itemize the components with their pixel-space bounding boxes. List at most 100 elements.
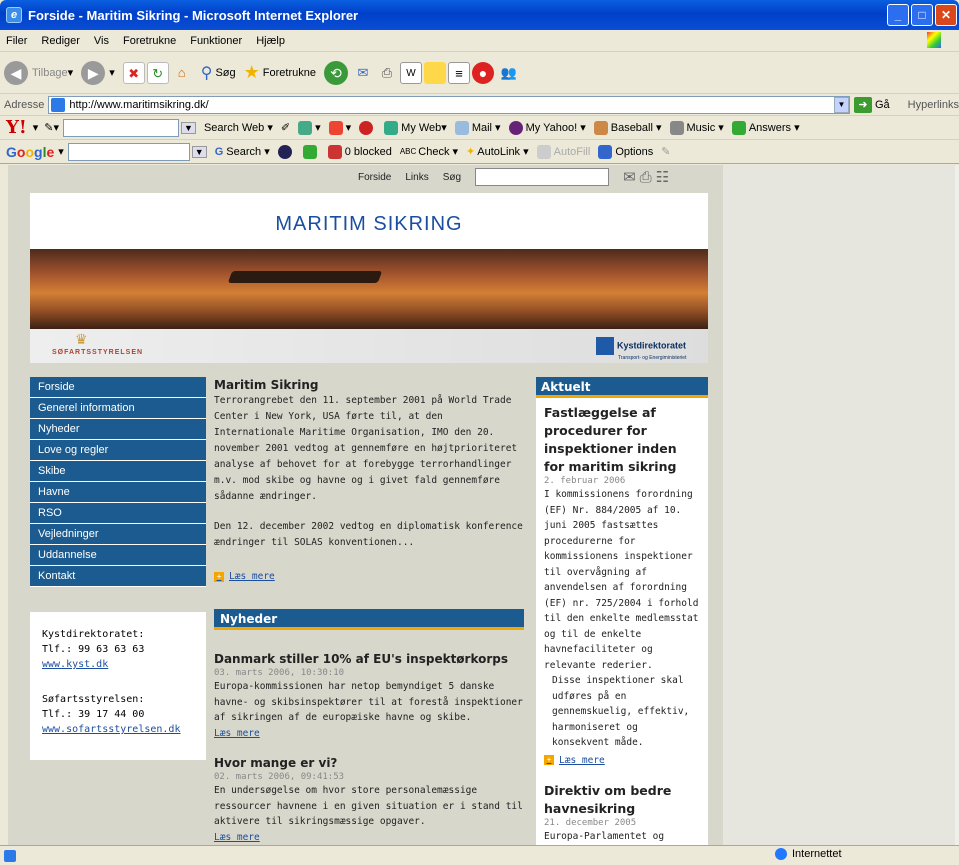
baseball-button[interactable]: Baseball ▾ bbox=[593, 120, 662, 135]
anti-spy-icon[interactable]: ▾ bbox=[328, 120, 351, 135]
menu-foretrukne[interactable]: Foretrukne bbox=[123, 35, 176, 47]
google-toolbar: Google ▾ ▼ G Search ▾ 0 blocked ABC Check ▾… bbox=[0, 140, 959, 164]
close-button[interactable]: ✕ bbox=[935, 4, 957, 26]
yahoo-logo[interactable]: Y! bbox=[6, 117, 27, 138]
news-item: Hvor mange er vi? 02. marts 2006, 09:41:… bbox=[214, 755, 524, 845]
google-news-icon[interactable] bbox=[277, 144, 295, 159]
go-button[interactable]: ➜ Gå bbox=[853, 96, 890, 113]
back-arrow-icon: ◀ bbox=[4, 60, 28, 85]
research-icon[interactable]: ≡ bbox=[447, 61, 470, 84]
back-button[interactable]: ◀ Tilbage ▾ bbox=[4, 60, 73, 85]
menu-funktioner[interactable]: Funktioner bbox=[190, 35, 242, 47]
nav-havne[interactable]: Havne bbox=[30, 482, 206, 503]
answers-button[interactable]: Answers ▾ bbox=[731, 120, 800, 135]
address-input[interactable]: http://www.maritimsikring.dk/ ▼ bbox=[48, 95, 850, 114]
nav-forside[interactable]: Forside bbox=[30, 377, 206, 398]
my-web-button[interactable]: My Web ▾ bbox=[384, 120, 447, 135]
edit-icon[interactable]: W bbox=[399, 61, 422, 84]
title-bar: e Forside - Maritim Sikring - Microsoft … bbox=[0, 0, 959, 30]
home-icon[interactable]: ⌂ bbox=[171, 62, 193, 84]
go-arrow-icon: ➜ bbox=[853, 96, 872, 113]
mail-button[interactable]: Mail ▾ bbox=[454, 120, 501, 135]
nav-kontakt[interactable]: Kontakt bbox=[30, 566, 206, 587]
google-search-input[interactable] bbox=[67, 142, 190, 161]
search-web-button[interactable]: Search Web ▾ bbox=[204, 121, 273, 135]
note-icon[interactable] bbox=[423, 61, 446, 84]
nav-generel-information[interactable]: Generel information bbox=[30, 398, 206, 419]
stop-icon[interactable]: ✖ bbox=[122, 61, 145, 84]
sofart-link[interactable]: www.sofartsstyrelsen.dk bbox=[42, 724, 180, 735]
links-label[interactable]: Hyperlinks bbox=[908, 99, 959, 111]
refresh-icon[interactable]: ↻ bbox=[146, 61, 169, 84]
window-title: Forside - Maritim Sikring - Microsoft In… bbox=[28, 7, 359, 23]
pencil-icon[interactable]: ✎ bbox=[661, 145, 670, 158]
maximize-button[interactable]: □ bbox=[911, 4, 933, 26]
sitemap-icon[interactable]: ☷ bbox=[656, 168, 669, 186]
ie-icon: e bbox=[6, 7, 22, 23]
options-button[interactable]: Options bbox=[598, 144, 653, 159]
news-title[interactable]: Hvor mange er vi? bbox=[214, 755, 524, 772]
my-yahoo-button[interactable]: My Yahoo! ▾ bbox=[508, 120, 586, 135]
favorites-button[interactable]: ★ Foretrukne bbox=[244, 62, 316, 83]
kyst-logo: Kystdirektoratet Transport- og Energimini… bbox=[596, 337, 686, 361]
popup-blocker-button[interactable]: 0 blocked bbox=[327, 144, 392, 159]
yahoo-dropdown[interactable]: ▼ bbox=[181, 121, 196, 134]
aktuelt-title[interactable]: Direktiv om bedre havnesikring bbox=[544, 782, 700, 818]
nav-love-og-regler[interactable]: Love og regler bbox=[30, 440, 206, 461]
top-link-links[interactable]: Links bbox=[405, 172, 428, 183]
security-zone: Internettet bbox=[775, 848, 842, 860]
yahoo-search-input[interactable] bbox=[63, 118, 180, 137]
yahoo-toolbar: Y! ▾ ✎▾ ▼ Search Web ▾ ✐ ▾ ▾ My Web ▾ Mail… bbox=[0, 116, 959, 140]
messenger-icon[interactable]: ● bbox=[471, 61, 494, 84]
nav-nyheder[interactable]: Nyheder bbox=[30, 419, 206, 440]
google-logo[interactable]: Google bbox=[6, 144, 54, 160]
news-read-more[interactable]: Læs mere bbox=[214, 830, 524, 846]
crown-icon: ♛ bbox=[75, 331, 88, 347]
pagerank-icon[interactable] bbox=[302, 144, 320, 159]
print-icon[interactable]: ⎙ bbox=[640, 169, 652, 186]
pencil-icon[interactable]: ✎▾ bbox=[44, 121, 59, 134]
news-read-more[interactable]: Læs mere bbox=[214, 726, 524, 742]
menu-filer[interactable]: Filer bbox=[6, 35, 27, 47]
popup-icon[interactable] bbox=[359, 120, 376, 135]
nav-uddannelse[interactable]: Uddannelse bbox=[30, 545, 206, 566]
address-dropdown[interactable]: ▼ bbox=[833, 96, 849, 113]
menu-vis[interactable]: Vis bbox=[94, 35, 109, 47]
page-viewport: Forside Links Søg ✉ ⎙ ☷ MARITIM SIKRING … bbox=[8, 165, 955, 845]
menu-hjaelp[interactable]: Hjælp bbox=[256, 35, 285, 47]
mail-icon[interactable]: ✉ bbox=[623, 168, 636, 186]
aktuelt-panel: Aktuelt Fastlæggelse af procedurer for i… bbox=[536, 377, 708, 845]
nav-rso[interactable]: RSO bbox=[30, 503, 206, 524]
autofill-button[interactable]: AutoFill bbox=[536, 144, 590, 159]
site-search-input[interactable] bbox=[475, 168, 610, 186]
kyst-link[interactable]: www.kyst.dk bbox=[42, 659, 108, 670]
google-search-button[interactable]: G Search ▾ bbox=[215, 145, 270, 159]
mail-icon[interactable]: ✉ bbox=[352, 62, 374, 84]
autolink-button[interactable]: ✦ AutoLink ▾ bbox=[466, 145, 529, 159]
spellcheck-button[interactable]: ABC Check ▾ bbox=[400, 145, 458, 159]
intro-read-more[interactable]: + Læs mere bbox=[214, 569, 524, 585]
users-icon[interactable]: 👥 bbox=[498, 62, 520, 84]
top-link-forside[interactable]: Forside bbox=[358, 172, 391, 183]
nav-skibe[interactable]: Skibe bbox=[30, 461, 206, 482]
google-dropdown[interactable]: ▼ bbox=[191, 145, 207, 158]
print-icon[interactable]: ⎙ bbox=[376, 62, 398, 84]
magnifier-icon: ⚲ bbox=[200, 64, 213, 82]
music-button[interactable]: Music ▾ bbox=[669, 120, 724, 135]
toolbar-menu-icon[interactable]: ▾ bbox=[298, 120, 321, 135]
news-title[interactable]: Danmark stiller 10% af EU's inspektørkor… bbox=[214, 651, 524, 668]
aktuelt-date: 2. februar 2006 bbox=[544, 476, 626, 486]
highlight-icon[interactable]: ✐ bbox=[281, 121, 290, 134]
forward-button[interactable]: ▶ ▾ bbox=[81, 60, 115, 85]
site-logo[interactable]: MARITIM SIKRING bbox=[30, 193, 708, 249]
history-icon[interactable]: ⟲ bbox=[323, 60, 348, 85]
aktuelt-title[interactable]: Fastlæggelse af procedurer for inspektio… bbox=[544, 404, 700, 476]
vertical-scrollbar[interactable] bbox=[955, 165, 959, 845]
nav-vejledninger[interactable]: Vejledninger bbox=[30, 524, 206, 545]
search-button[interactable]: ⚲ Søg bbox=[201, 63, 236, 83]
menu-rediger[interactable]: Rediger bbox=[41, 35, 80, 47]
aktuelt-text: Europa-Parlamentet og Rådets direktiv 20… bbox=[544, 831, 665, 842]
aktuelt-read-more[interactable]: + Læs mere bbox=[544, 753, 700, 769]
minimize-button[interactable]: _ bbox=[887, 4, 909, 26]
logo-row: ♛ SØFARTSSTYRELSEN Kystdirektoratet Trans… bbox=[30, 329, 708, 363]
